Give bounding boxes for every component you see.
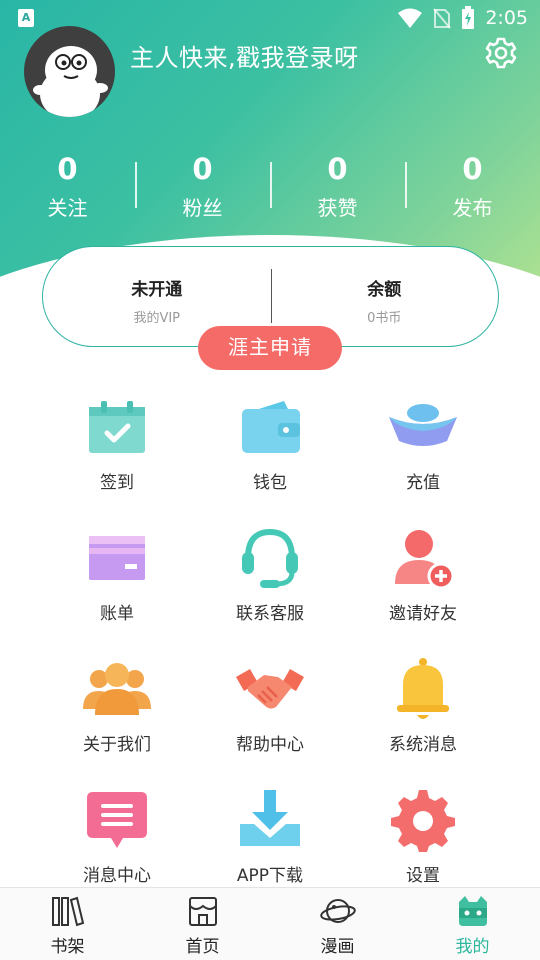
avatar[interactable]: [24, 26, 115, 117]
grid-item-app-download[interactable]: APP下载: [195, 788, 345, 886]
tab-label: 我的: [455, 937, 490, 957]
avatar-character-icon: [33, 46, 108, 117]
handshake-icon: [236, 669, 304, 709]
books-icon: [51, 896, 84, 927]
group-icon: [83, 663, 151, 715]
grid-label: 联系客服: [236, 604, 304, 624]
tab-home[interactable]: 首页: [135, 888, 270, 960]
grid-label: 邀请好友: [389, 604, 457, 624]
grid-label: 系统消息: [389, 735, 457, 755]
notification-icon: A: [18, 9, 34, 27]
grid-label: 钱包: [253, 473, 287, 493]
planet-icon: [319, 899, 356, 923]
stat-followers[interactable]: 0 粉丝: [135, 150, 270, 230]
tab-mine[interactable]: 我的: [405, 888, 540, 960]
grid-item-system-message[interactable]: 系统消息: [348, 657, 498, 755]
stat-label: 粉丝: [182, 196, 223, 220]
cat-face-icon: [458, 896, 487, 926]
tab-bookshelf[interactable]: 书架: [0, 888, 135, 960]
grid-item-invite[interactable]: 邀请好友: [348, 526, 498, 624]
stat-following[interactable]: 0 关注: [0, 150, 135, 230]
grid-item-recharge[interactable]: 充值: [348, 395, 498, 493]
grid-label: 关于我们: [83, 735, 151, 755]
store-icon: [188, 897, 217, 926]
grid-item-wallet[interactable]: 钱包: [195, 395, 345, 493]
status-time: 2:05: [485, 7, 528, 29]
stat-likes[interactable]: 0 获赞: [270, 150, 405, 230]
calendar-check-icon: [89, 401, 145, 453]
stat-label: 获赞: [317, 196, 358, 220]
gear-icon[interactable]: [484, 36, 518, 70]
headset-icon: [242, 528, 298, 588]
grid-item-bill[interactable]: 账单: [42, 526, 192, 624]
battery-icon: [462, 6, 475, 29]
tab-label: 漫画: [320, 937, 355, 957]
message-icon: [87, 792, 147, 848]
grid-label: 设置: [406, 866, 440, 886]
grid-item-about[interactable]: 关于我们: [42, 657, 192, 755]
vip-subtitle: 我的VIP: [133, 311, 181, 326]
bell-icon: [397, 658, 449, 719]
balance-subtitle: 0书币: [367, 311, 402, 326]
login-prompt[interactable]: 主人快来,戳我登录呀: [130, 38, 359, 73]
stat-label: 发布: [452, 196, 493, 220]
profile-stats: 0 关注 0 粉丝 0 获赞 0 发布: [0, 150, 540, 230]
stat-value: 0: [57, 152, 78, 186]
grid-item-checkin[interactable]: 签到: [42, 395, 192, 493]
stat-value: 0: [192, 152, 213, 186]
ingot-icon: [389, 404, 457, 446]
balance-title: 余额: [367, 280, 402, 300]
tab-label: 首页: [185, 937, 220, 957]
grid-label: 账单: [100, 604, 134, 624]
bottom-tab-bar: 书架 首页 漫画 我的: [0, 887, 540, 960]
grid-label: 充值: [406, 473, 440, 493]
grid-item-help[interactable]: 帮助中心: [195, 657, 345, 755]
gear-icon: [391, 790, 455, 852]
grid-item-message-center[interactable]: 消息中心: [42, 788, 192, 886]
tab-label: 书架: [50, 937, 85, 957]
grid-item-settings[interactable]: 设置: [348, 788, 498, 886]
no-sim-icon: [433, 8, 452, 29]
apply-button[interactable]: 涯主申请: [198, 326, 342, 370]
wifi-icon: [398, 8, 423, 28]
stat-value: 0: [327, 152, 348, 186]
grid-label: 消息中心: [83, 866, 151, 886]
grid-label: 帮助中心: [236, 735, 304, 755]
add-user-icon: [395, 530, 455, 590]
download-icon: [240, 790, 300, 846]
grid-label: APP下载: [236, 866, 304, 886]
tab-comics[interactable]: 漫画: [270, 888, 405, 960]
wallet-icon: [242, 401, 300, 453]
grid-item-support[interactable]: 联系客服: [195, 526, 345, 624]
stat-value: 0: [462, 152, 483, 186]
stat-posts[interactable]: 0 发布: [405, 150, 540, 230]
vip-title: 未开通: [131, 280, 183, 300]
grid-label: 签到: [100, 473, 134, 493]
stat-label: 关注: [47, 196, 88, 220]
card-icon: [89, 536, 145, 580]
